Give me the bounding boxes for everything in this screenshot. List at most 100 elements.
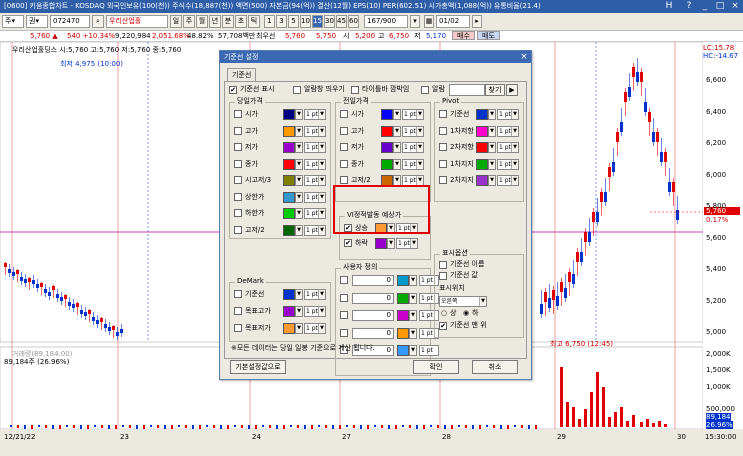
radio-down[interactable]: ◉	[463, 309, 469, 318]
color-swatch[interactable]	[283, 208, 295, 219]
ok-button[interactable]: 확인	[413, 360, 459, 374]
count-field[interactable]: 167/900	[364, 15, 408, 28]
color-swatch[interactable]	[381, 109, 393, 120]
user-checkbox[interactable]	[340, 276, 348, 284]
period-button[interactable]: 초	[235, 15, 247, 28]
line-width-select[interactable]: 1 pt ▼	[402, 109, 424, 120]
period-button[interactable]: 분	[222, 15, 234, 28]
row-checkbox[interactable]	[340, 143, 348, 151]
color-swatch[interactable]	[283, 191, 295, 203]
row-checkbox[interactable]	[234, 192, 242, 201]
color-swatch[interactable]	[381, 158, 393, 170]
line-width-select[interactable]: 1 pt ▼	[304, 323, 326, 334]
row-checkbox[interactable]	[234, 290, 242, 298]
chevron-right-icon[interactable]: ▸	[472, 15, 482, 28]
user-checkbox[interactable]	[340, 328, 348, 337]
chevron-down-icon[interactable]: ▼	[295, 142, 303, 153]
line-width-select[interactable]: 1 pt ▼	[304, 289, 326, 300]
chevron-down-icon[interactable]: ▼	[295, 109, 303, 120]
chevron-down-icon[interactable]: ▼	[409, 292, 417, 304]
row-checkbox[interactable]	[439, 176, 447, 184]
position-select[interactable]: 오른쪽 ▼	[439, 296, 487, 307]
color-swatch[interactable]	[283, 323, 295, 334]
line-width-select[interactable]: 1 pt ▼	[304, 191, 326, 203]
period-button[interactable]: 주	[183, 15, 195, 28]
user-value-input[interactable]: 0	[352, 275, 394, 286]
row-checkbox[interactable]	[340, 110, 348, 118]
line-width-select[interactable]: 1 pt ▼	[402, 158, 424, 170]
chevron-down-icon[interactable]: ▼	[409, 345, 417, 356]
color-swatch[interactable]	[283, 109, 295, 120]
chevron-down-icon[interactable]: ▼	[409, 275, 417, 286]
line-width-select[interactable]: 1 pt ▼	[304, 306, 326, 317]
period-button[interactable]: 틱	[248, 15, 260, 28]
row-checkbox[interactable]	[234, 209, 242, 217]
color-swatch[interactable]	[397, 292, 409, 304]
color-swatch[interactable]	[476, 175, 488, 186]
period-button[interactable]: 년	[209, 15, 221, 28]
color-swatch[interactable]	[375, 238, 387, 249]
top-option-checkbox[interactable]	[293, 86, 301, 94]
chevron-down-icon[interactable]: ▼	[488, 142, 496, 153]
cancel-button[interactable]: 취소	[472, 360, 518, 374]
color-swatch[interactable]	[476, 142, 488, 153]
interval-button[interactable]: 3	[276, 15, 287, 28]
interval-button[interactable]: 30	[324, 15, 335, 28]
line-width-select[interactable]: 1 pt ▼	[304, 109, 326, 120]
interval-button[interactable]: 45	[336, 15, 347, 28]
chevron-down-icon[interactable]: ▼	[393, 125, 401, 137]
maximize-icon[interactable]: □	[715, 1, 725, 11]
color-swatch[interactable]	[381, 142, 393, 153]
search-icon[interactable]: ⌕	[92, 15, 104, 28]
buy-button[interactable]: 매수	[452, 31, 475, 40]
play-icon[interactable]: ▶	[506, 84, 518, 96]
line-width-select[interactable]: 1 pt ▼	[304, 142, 326, 153]
row-checkbox[interactable]	[439, 143, 447, 151]
interval-button[interactable]: 60	[348, 15, 359, 28]
chevron-down-icon[interactable]: ▼	[295, 289, 303, 300]
top-option-checkbox[interactable]	[351, 86, 359, 94]
chevron-down-icon[interactable]: ▼	[488, 158, 496, 170]
row-checkbox[interactable]	[234, 324, 242, 332]
row-checkbox[interactable]	[340, 176, 348, 184]
color-swatch[interactable]	[397, 275, 409, 286]
color-swatch[interactable]	[283, 175, 295, 186]
user-value-input[interactable]: 0	[352, 310, 394, 321]
chevron-down-icon[interactable]: ▼	[295, 306, 303, 317]
chevron-down-icon[interactable]: ▼	[393, 109, 401, 120]
color-swatch[interactable]	[397, 345, 409, 356]
default-settings-button[interactable]: 기본설정값으로	[230, 360, 286, 374]
period-button[interactable]: 일	[170, 15, 182, 28]
date-field[interactable]: 01/02	[436, 15, 470, 28]
line-width-select[interactable]: 1 pt ▼	[497, 142, 519, 153]
help-h-icon[interactable]: H	[664, 1, 674, 11]
color-swatch[interactable]	[381, 125, 393, 137]
type-select[interactable]: 권▾	[26, 15, 48, 28]
interval-button[interactable]: 15	[312, 15, 323, 28]
chevron-down-icon[interactable]: ▼	[295, 191, 303, 203]
tab-baseline[interactable]: 기준선	[227, 68, 257, 81]
chevron-down-icon[interactable]: ▼	[295, 224, 303, 236]
user-checkbox[interactable]	[340, 311, 348, 319]
line-width-select[interactable]: 1 pt ▼	[304, 175, 326, 186]
minimize-icon[interactable]: _	[700, 1, 710, 11]
line-width-select[interactable]: 1 pt	[419, 345, 439, 356]
chevron-down-icon[interactable]: ▼	[295, 208, 303, 219]
row-checkbox[interactable]	[234, 159, 242, 168]
chevron-down-icon[interactable]: ▼	[295, 323, 303, 334]
interval-button[interactable]: 5	[288, 15, 299, 28]
color-swatch[interactable]	[476, 125, 488, 137]
stock-name-field[interactable]: 우리산업홀	[106, 15, 168, 28]
row-checkbox[interactable]: ✔	[344, 239, 352, 247]
line-width-select[interactable]: 1 pt ▼	[396, 238, 418, 249]
front-checkbox[interactable]: ✔	[439, 322, 447, 330]
interval-button[interactable]: 1	[264, 15, 275, 28]
alarm-sound-input[interactable]	[449, 84, 485, 96]
mode-select[interactable]: 주▾	[2, 15, 24, 28]
row-checkbox[interactable]	[340, 126, 348, 135]
show-value-checkbox[interactable]	[439, 272, 447, 280]
chevron-down-icon[interactable]: ▼	[409, 310, 417, 321]
period-button[interactable]: 월	[196, 15, 208, 28]
sell-button[interactable]: 매도	[477, 31, 500, 40]
chevron-down-icon[interactable]: ▼	[488, 109, 496, 120]
